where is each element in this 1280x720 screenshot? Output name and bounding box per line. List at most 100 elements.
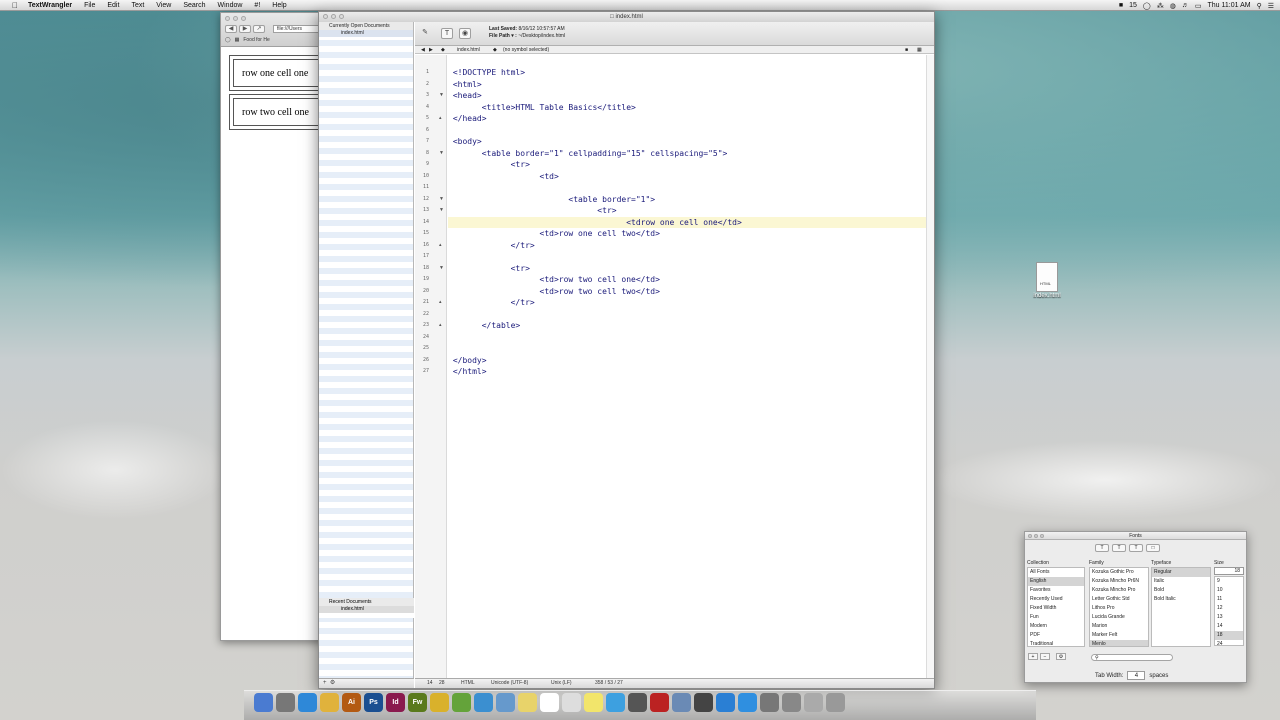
menu-search[interactable]: Search xyxy=(177,2,211,9)
code-line[interactable]: <td>row one cell two</td> xyxy=(448,228,926,240)
share-icon[interactable]: ↗ xyxy=(253,25,265,33)
bluetooth-icon[interactable]: ⁂ xyxy=(1157,2,1164,10)
code-line[interactable]: <table border="1" cellpadding="15" cells… xyxy=(448,148,926,160)
dock-finder-icon[interactable] xyxy=(254,693,273,712)
close-button[interactable] xyxy=(323,14,328,19)
dock-fw-icon[interactable]: Fw xyxy=(408,693,427,712)
dock-messages-icon[interactable] xyxy=(606,693,625,712)
symbol-popup-icon[interactable]: ◆ xyxy=(493,46,497,54)
collection-item[interactable]: English xyxy=(1028,577,1084,586)
dock-ai-icon[interactable]: Ai xyxy=(342,693,361,712)
family-item[interactable]: Kozuka Mincho Pr6N xyxy=(1090,577,1148,586)
file-popup-icon[interactable]: ◆ xyxy=(441,46,445,54)
size-item[interactable]: 11 xyxy=(1215,595,1243,604)
text-color-icon[interactable]: T xyxy=(1129,544,1143,552)
add-icon[interactable]: + xyxy=(323,680,327,686)
dock-dreamweaver-icon[interactable] xyxy=(452,693,471,712)
dock-notes-icon[interactable] xyxy=(518,693,537,712)
code-line[interactable] xyxy=(448,309,926,321)
size-item[interactable]: 18 xyxy=(1215,631,1243,640)
size-list[interactable]: 9 10 11 12 13 14 18 24 xyxy=(1214,576,1244,646)
code-line[interactable]: </html> xyxy=(448,366,926,378)
volume-icon[interactable]: ♬ xyxy=(1182,2,1189,9)
menu-text[interactable]: Text xyxy=(125,2,150,9)
collection-item[interactable]: All Fonts xyxy=(1028,568,1084,577)
menu-clock[interactable]: Thu 11:01 AM xyxy=(1208,2,1251,9)
menu-script[interactable]: #! xyxy=(248,2,266,9)
tab-width-field[interactable]: 4 xyxy=(1127,671,1146,680)
dock-chrome-icon[interactable] xyxy=(320,693,339,712)
collection-list[interactable]: All Fonts English Favorites Recently Used Fi… xyxy=(1027,567,1085,647)
typeface-item[interactable]: Bold xyxy=(1152,586,1210,595)
document-color-icon[interactable]: □ xyxy=(1146,544,1160,552)
menu-app-name[interactable]: TextWrangler xyxy=(22,2,78,9)
fold-triangle-icon[interactable]: ▼ xyxy=(439,194,444,206)
minimize-button[interactable] xyxy=(331,14,336,19)
pencil-icon[interactable]: ✎ xyxy=(419,28,431,39)
fold-triangle-icon[interactable]: ▴ xyxy=(439,240,442,252)
dock-mail-icon[interactable] xyxy=(474,693,493,712)
wifi-icon[interactable]: ◍ xyxy=(1170,2,1176,10)
spotlight-icon[interactable]: ⚲ xyxy=(1257,2,1262,10)
code-line[interactable]: <td> xyxy=(448,171,926,183)
code-line[interactable]: <html> xyxy=(448,79,926,91)
zoom-button[interactable] xyxy=(339,14,344,19)
size-item[interactable]: 24 xyxy=(1215,640,1243,645)
forward-icon[interactable]: ▶ xyxy=(239,25,251,33)
dock-reminders-icon[interactable] xyxy=(562,693,581,712)
previous-icon[interactable]: ◀ xyxy=(421,46,425,54)
collection-item[interactable]: Fixed Width xyxy=(1028,604,1084,613)
notification-center-icon[interactable]: ☰ xyxy=(1268,2,1274,10)
minimize-button[interactable] xyxy=(1034,534,1038,538)
color-wheel-icon[interactable]: ◉ xyxy=(459,28,471,39)
fold-triangle-icon[interactable]: ▼ xyxy=(439,263,444,275)
code-line[interactable]: </table> xyxy=(448,320,926,332)
code-line[interactable]: </tr> xyxy=(448,297,926,309)
dock-launchpad-icon[interactable] xyxy=(276,693,295,712)
textwrangler-window[interactable]: □ index.html Currently Open Documents in… xyxy=(318,11,935,689)
menu-help[interactable]: Help xyxy=(266,2,292,9)
size-item[interactable]: 10 xyxy=(1215,586,1243,595)
dock-cyberduck-icon[interactable] xyxy=(430,693,449,712)
menu-file[interactable]: File xyxy=(78,2,101,9)
encoding-popup[interactable]: Unicode (UTF-8) xyxy=(491,679,528,688)
recent-header[interactable]: Recent Documents xyxy=(319,598,414,606)
underline-icon[interactable]: T xyxy=(1095,544,1109,552)
code-line[interactable]: <title>HTML Table Basics</title> xyxy=(448,102,926,114)
dock-app-store-icon[interactable] xyxy=(738,693,757,712)
collection-item[interactable]: Favorites xyxy=(1028,586,1084,595)
file-path-label[interactable]: File Path ▾ : xyxy=(489,33,517,39)
size-item[interactable]: 13 xyxy=(1215,613,1243,622)
font-search-field[interactable]: ⚲ xyxy=(1091,654,1173,661)
split-icon[interactable]: ▦ xyxy=(917,46,922,54)
collection-item[interactable]: Traditional xyxy=(1028,640,1084,646)
code-line[interactable] xyxy=(448,251,926,263)
family-item[interactable]: Menlo xyxy=(1090,640,1148,646)
typeface-item[interactable]: Bold Italic xyxy=(1152,595,1210,604)
code-line[interactable]: <td>row two cell two</td> xyxy=(448,286,926,298)
desktop-file[interactable]: HTML index.html xyxy=(1030,262,1064,299)
code-line[interactable]: <tr> xyxy=(448,159,926,171)
file-popup[interactable]: index.html xyxy=(457,46,480,54)
dock-downloads-icon[interactable] xyxy=(782,693,801,712)
remove-collection-icon[interactable]: − xyxy=(1040,653,1050,660)
code-line[interactable]: <tr> xyxy=(448,263,926,275)
code-editor[interactable]: <!DOCTYPE html> <html> <head> <title>HTM… xyxy=(448,55,926,678)
typeface-item[interactable]: Regular xyxy=(1152,568,1210,577)
dock-documents-icon[interactable] xyxy=(804,693,823,712)
fold-triangle-icon[interactable]: ▴ xyxy=(439,320,442,332)
menu-window[interactable]: Window xyxy=(212,2,249,9)
fonts-panel[interactable]: Fonts T T T □ Collection All Fonts Englis… xyxy=(1024,531,1247,683)
gear-icon[interactable]: ⚙ xyxy=(330,680,335,686)
code-line[interactable]: <table border="1"> xyxy=(448,194,926,206)
action-gear-icon[interactable]: ⚙ xyxy=(1056,653,1066,660)
apple-menu-icon[interactable]:  xyxy=(8,1,22,10)
code-line[interactable]: </tr> xyxy=(448,240,926,252)
zoom-button[interactable] xyxy=(241,16,246,21)
size-item[interactable]: 9 xyxy=(1215,577,1243,586)
close-button[interactable] xyxy=(225,16,230,21)
dock-calendar-icon[interactable] xyxy=(540,693,559,712)
dock-facetime-icon[interactable] xyxy=(628,693,647,712)
dock-ps-icon[interactable]: Ps xyxy=(364,693,383,712)
family-item[interactable]: Marker Felt xyxy=(1090,631,1148,640)
